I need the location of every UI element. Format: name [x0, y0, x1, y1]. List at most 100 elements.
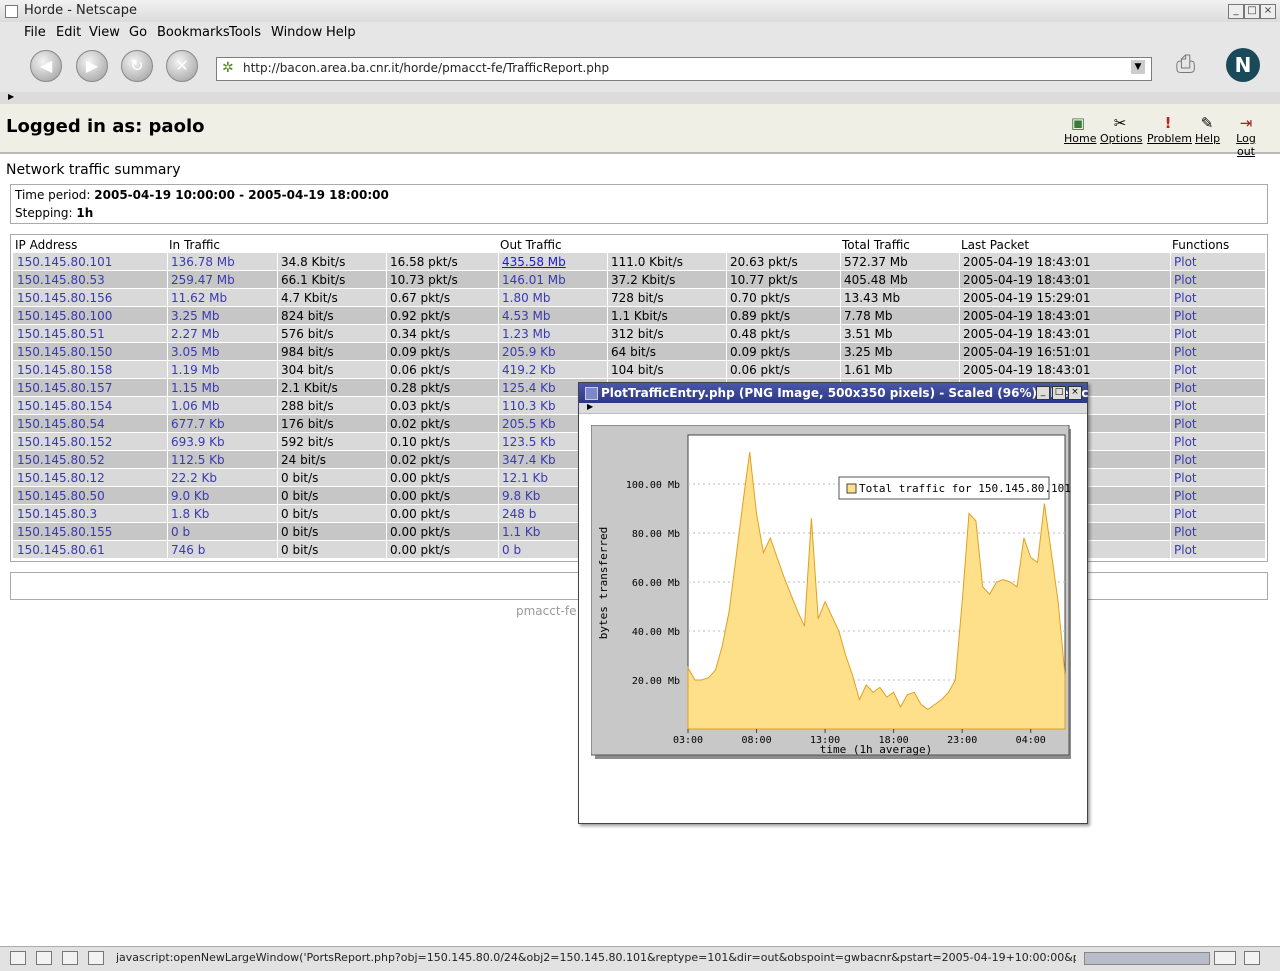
- in-traffic-cell[interactable]: 9.0 Kb: [171, 489, 209, 503]
- out-traffic-cell[interactable]: 4.53 Mb: [502, 309, 551, 323]
- in-traffic-cell[interactable]: 136.78 Mb: [171, 255, 235, 269]
- plot-link[interactable]: Plot: [1174, 417, 1197, 431]
- ip-address-cell[interactable]: 150.145.80.101: [17, 255, 112, 269]
- in-traffic-cell[interactable]: 3.25 Mb: [171, 309, 220, 323]
- print-icon[interactable]: ⎙: [1176, 50, 1195, 78]
- menu-go[interactable]: Go: [129, 25, 147, 40]
- menu-bookmarks[interactable]: Bookmarks: [157, 25, 230, 40]
- in-traffic-cell[interactable]: 693.9 Kb: [171, 435, 225, 449]
- address-book-icon[interactable]: [88, 951, 104, 965]
- plot-link[interactable]: Plot: [1174, 507, 1197, 521]
- in-traffic-cell[interactable]: 0 b: [171, 525, 190, 539]
- problem-link[interactable]: ! Problem: [1147, 114, 1192, 145]
- menu-file[interactable]: File: [24, 25, 46, 40]
- in-traffic-cell[interactable]: 2.27 Mb: [171, 327, 220, 341]
- ip-address-cell[interactable]: 150.145.80.54: [17, 417, 105, 431]
- out-traffic-cell[interactable]: 419.2 Kb: [502, 363, 556, 377]
- out-traffic-cell[interactable]: 205.9 Kb: [502, 345, 556, 359]
- out-traffic-cell[interactable]: 9.8 Kb: [502, 489, 540, 503]
- popup-arrow-icon[interactable]: ▶: [587, 402, 593, 411]
- plot-link[interactable]: Plot: [1174, 471, 1197, 485]
- out-traffic-cell[interactable]: 1.23 Mb: [502, 327, 551, 341]
- close-button[interactable]: ×: [1260, 4, 1276, 19]
- stop-button[interactable]: ✕: [166, 50, 198, 82]
- out-traffic-cell[interactable]: 435.58 Mb: [502, 255, 566, 269]
- plot-link[interactable]: Plot: [1174, 291, 1197, 305]
- out-traffic-cell[interactable]: 125.4 Kb: [502, 381, 556, 395]
- ip-address-cell[interactable]: 150.145.80.150: [17, 345, 112, 359]
- menu-edit[interactable]: Edit: [56, 25, 81, 40]
- popup-maximize-button[interactable]: □: [1052, 386, 1066, 400]
- ip-address-cell[interactable]: 150.145.80.158: [17, 363, 112, 377]
- plot-link[interactable]: Plot: [1174, 363, 1197, 377]
- ip-address-cell[interactable]: 150.145.80.3: [17, 507, 97, 521]
- in-traffic-cell[interactable]: 1.06 Mb: [171, 399, 220, 413]
- plot-link[interactable]: Plot: [1174, 435, 1197, 449]
- popup-menu-icon[interactable]: [585, 387, 598, 400]
- plot-link[interactable]: Plot: [1174, 255, 1197, 269]
- plot-link[interactable]: Plot: [1174, 453, 1197, 467]
- plot-link[interactable]: Plot: [1174, 381, 1197, 395]
- out-traffic-cell[interactable]: 248 b: [502, 507, 536, 521]
- menu-tools[interactable]: Tools: [229, 25, 261, 40]
- home-link[interactable]: ▣ Home: [1064, 114, 1096, 145]
- popup-close-button[interactable]: ×: [1068, 386, 1082, 400]
- help-link[interactable]: ✎ Help: [1195, 114, 1220, 145]
- url-bar[interactable]: ✲ http://bacon.area.ba.cnr.it/horde/pmac…: [216, 57, 1152, 81]
- in-traffic-cell[interactable]: 259.47 Mb: [171, 273, 235, 287]
- ip-address-cell[interactable]: 150.145.80.154: [17, 399, 112, 413]
- mail-icon[interactable]: [36, 951, 52, 965]
- ip-address-cell[interactable]: 150.145.80.61: [17, 543, 105, 557]
- plot-popup-window[interactable]: PlotTrafficEntry.php (PNG Image, 500x350…: [578, 382, 1088, 824]
- ip-address-cell[interactable]: 150.145.80.51: [17, 327, 105, 341]
- ip-address-cell[interactable]: 150.145.80.100: [17, 309, 112, 323]
- out-traffic-cell[interactable]: 1.1 Kb: [502, 525, 540, 539]
- ip-address-cell[interactable]: 150.145.80.52: [17, 453, 105, 467]
- composer-icon[interactable]: [62, 951, 78, 965]
- out-traffic-cell[interactable]: 110.3 Kb: [502, 399, 556, 413]
- menu-view[interactable]: View: [89, 25, 120, 40]
- navigator-icon[interactable]: [10, 951, 26, 965]
- window-menu-icon[interactable]: [5, 5, 18, 18]
- plot-link[interactable]: Plot: [1174, 543, 1197, 557]
- forward-button[interactable]: ▶: [76, 50, 108, 82]
- in-traffic-cell[interactable]: 112.5 Kb: [171, 453, 225, 467]
- ip-address-cell[interactable]: 150.145.80.12: [17, 471, 105, 485]
- maximize-button[interactable]: □: [1244, 4, 1260, 19]
- in-traffic-cell[interactable]: 22.2 Kb: [171, 471, 217, 485]
- popup-minimize-button[interactable]: _: [1036, 386, 1050, 400]
- url-dropdown-icon[interactable]: ▼: [1131, 60, 1145, 74]
- in-traffic-cell[interactable]: 1.19 Mb: [171, 363, 220, 377]
- plot-link[interactable]: Plot: [1174, 327, 1197, 341]
- minimize-button[interactable]: _: [1228, 4, 1244, 19]
- ip-address-cell[interactable]: 150.145.80.156: [17, 291, 112, 305]
- out-traffic-cell[interactable]: 347.4 Kb: [502, 453, 556, 467]
- out-traffic-cell[interactable]: 1.80 Mb: [502, 291, 551, 305]
- out-traffic-cell[interactable]: 123.5 Kb: [502, 435, 556, 449]
- reload-button[interactable]: ↻: [121, 50, 153, 82]
- online-icon[interactable]: [1214, 951, 1236, 965]
- out-traffic-cell[interactable]: 12.1 Kb: [502, 471, 548, 485]
- plot-link[interactable]: Plot: [1174, 309, 1197, 323]
- back-button[interactable]: ◀: [30, 50, 62, 82]
- security-lock-icon[interactable]: [1244, 951, 1260, 965]
- ip-address-cell[interactable]: 150.145.80.53: [17, 273, 105, 287]
- in-traffic-cell[interactable]: 11.62 Mb: [171, 291, 227, 305]
- window-titlebar[interactable]: Horde - Netscape _ □ ×: [0, 0, 1280, 23]
- menu-help[interactable]: Help: [326, 25, 356, 40]
- netscape-logo-icon[interactable]: N: [1226, 48, 1260, 82]
- ip-address-cell[interactable]: 150.145.80.155: [17, 525, 112, 539]
- plot-link[interactable]: Plot: [1174, 345, 1197, 359]
- ip-address-cell[interactable]: 150.145.80.152: [17, 435, 112, 449]
- options-link[interactable]: ✂ Options: [1100, 114, 1142, 145]
- plot-link[interactable]: Plot: [1174, 525, 1197, 539]
- plot-link[interactable]: Plot: [1174, 399, 1197, 413]
- out-traffic-cell[interactable]: 0 b: [502, 543, 521, 557]
- popup-titlebar[interactable]: PlotTrafficEntry.php (PNG Image, 500x350…: [579, 383, 1088, 403]
- logout-link[interactable]: ⇥ Log out: [1226, 114, 1266, 158]
- plot-link[interactable]: Plot: [1174, 489, 1197, 503]
- in-traffic-cell[interactable]: 3.05 Mb: [171, 345, 220, 359]
- in-traffic-cell[interactable]: 1.8 Kb: [171, 507, 209, 521]
- out-traffic-cell[interactable]: 205.5 Kb: [502, 417, 556, 431]
- popup-sidebar-toggle[interactable]: ▶: [579, 402, 1087, 414]
